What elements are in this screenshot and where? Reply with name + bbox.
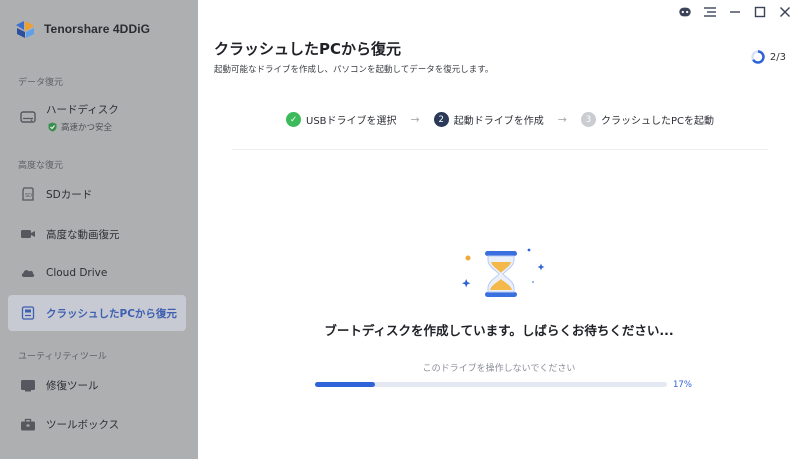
sidebar-item-label: クラッシュしたPCから復元 <box>46 307 177 320</box>
pc-crash-icon <box>20 306 36 320</box>
toolbox-icon <box>20 417 36 431</box>
sidebar: Tenorshare 4DDiG データ復元 ハードディスク 高速かつ安全 高度… <box>0 0 198 459</box>
sidebar-item-video[interactable]: 高度な動画復元 <box>8 216 186 252</box>
main-panel: クラッシュしたPCから復元 起動可能なドライブを作成し、パソコンを起動してデータ… <box>198 0 800 459</box>
stepper: ✓ USBドライブを選択 → 2 起動ドライブを作成 → 3 クラッシュしたPC… <box>286 112 714 127</box>
sidebar-item-sd-card[interactable]: SD SDカード <box>8 176 186 212</box>
shield-check-icon <box>48 122 57 132</box>
video-icon <box>20 227 36 241</box>
sidebar-item-label: ツールボックス <box>46 418 120 431</box>
sidebar-item-label: Cloud Drive <box>46 267 108 279</box>
progress-ring-icon <box>751 50 765 64</box>
progress-percent: 17% <box>673 380 692 390</box>
step-boot-pc: 3 クラッシュしたPCを起動 <box>580 112 714 127</box>
step-create-drive: 2 起動ドライブを作成 <box>433 112 544 127</box>
svg-text:SD: SD <box>25 193 32 199</box>
sidebar-item-label: ハードディスク <box>46 104 119 116</box>
brand: Tenorshare 4DDiG <box>14 18 150 40</box>
hourglass-icon <box>456 242 546 302</box>
warning-text: このドライブを操作しないでください <box>422 364 576 374</box>
divider <box>232 149 768 150</box>
repair-icon <box>20 378 36 392</box>
section-title-advanced: 高度な復元 <box>18 161 64 171</box>
step-select-usb: ✓ USBドライブを選択 <box>286 112 397 127</box>
maximize-icon[interactable] <box>753 5 767 19</box>
app-name: Tenorshare 4DDiG <box>44 22 151 36</box>
sidebar-item-crashed-pc[interactable]: クラッシュしたPCから復元 <box>8 295 186 331</box>
hard-disk-icon <box>20 110 36 124</box>
sd-card-icon: SD <box>20 187 36 201</box>
sidebar-item-label: SDカード <box>46 188 93 201</box>
step-label: USBドライブを選択 <box>306 116 397 127</box>
step-counter: 2/3 <box>751 50 786 64</box>
assistant-icon[interactable] <box>678 5 692 19</box>
progress-bar-fill <box>315 382 375 387</box>
section-title-utility: ユーティリティツール <box>18 352 107 362</box>
sidebar-item-cloud-drive[interactable]: Cloud Drive <box>8 255 186 291</box>
cloud-icon <box>20 266 36 280</box>
sidebar-item-label: 高度な動画復元 <box>46 228 120 241</box>
progress-bar <box>315 382 667 387</box>
step-number: 2 <box>433 112 449 127</box>
sidebar-item-label: 修復ツール <box>46 379 99 392</box>
app-logo-icon <box>14 18 36 40</box>
window-controls <box>678 5 792 19</box>
step-label: クラッシュしたPCを起動 <box>600 116 714 127</box>
sidebar-item-repair[interactable]: 修復ツール <box>8 367 186 403</box>
sidebar-item-toolbox[interactable]: ツールボックス <box>8 406 186 442</box>
check-icon: ✓ <box>286 112 301 127</box>
hard-disk-note: 高速かつ安全 <box>48 121 112 133</box>
page-title: クラッシュしたPCから復元 <box>214 40 402 58</box>
status-message: ブートディスクを作成しています。しばらくお待ちください... <box>324 323 674 338</box>
step-number: 3 <box>580 112 596 127</box>
step-label: 起動ドライブを作成 <box>453 116 544 127</box>
step-counter-text: 2/3 <box>769 51 786 63</box>
menu-icon[interactable] <box>703 5 717 19</box>
arrow-right-icon: → <box>557 113 567 126</box>
close-icon[interactable] <box>778 5 792 19</box>
minimize-icon[interactable] <box>728 5 742 19</box>
hard-disk-note-text: 高速かつ安全 <box>61 123 113 133</box>
arrow-right-icon: → <box>410 113 420 126</box>
page-subtitle: 起動可能なドライブを作成し、パソコンを起動してデータを復元します。 <box>214 65 494 75</box>
section-title-recovery: データ復元 <box>18 78 64 88</box>
